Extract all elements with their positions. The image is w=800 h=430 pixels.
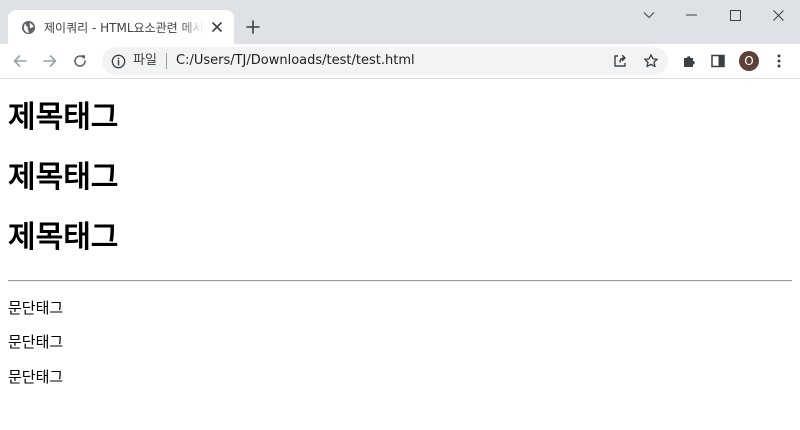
info-icon[interactable] <box>110 53 126 69</box>
paragraph: 문단태그 <box>8 368 64 386</box>
arrow-right-icon[interactable] <box>37 48 63 74</box>
puzzle-icon[interactable] <box>676 48 702 74</box>
kebab-menu-icon[interactable] <box>766 48 792 74</box>
browser-window: 제이쿼리 - HTML요소관련 메서드 파일 C:/Users/TJ/Downl… <box>0 0 800 430</box>
paragraph: 문단태그 <box>8 299 64 317</box>
star-icon[interactable] <box>641 51 661 71</box>
tab-title: 제이쿼리 - HTML요소관련 메서드 <box>44 20 204 35</box>
page-content: 제목태그 제목태그 제목태그 문단태그 문단태그 문단태그 <box>0 79 800 430</box>
page-heading: 제목태그 <box>8 160 119 195</box>
paragraph: 문단태그 <box>8 333 64 351</box>
url-text[interactable]: C:/Users/TJ/Downloads/test/test.html <box>176 52 415 70</box>
side-panel-icon[interactable] <box>705 48 731 74</box>
profile-avatar[interactable]: O <box>739 51 759 71</box>
browser-toolbar: 파일 C:/Users/TJ/Downloads/test/test.html <box>0 44 800 79</box>
arrow-left-icon[interactable] <box>7 48 33 74</box>
share-icon[interactable] <box>610 51 630 71</box>
plus-icon[interactable] <box>242 16 264 38</box>
page-heading: 제목태그 <box>8 220 119 255</box>
site-info-chip[interactable]: 파일 <box>133 52 157 70</box>
address-bar[interactable]: 파일 C:/Users/TJ/Downloads/test/test.html <box>102 47 668 75</box>
browser-tab[interactable]: 제이쿼리 - HTML요소관련 메서드 <box>8 10 234 44</box>
window-close-icon[interactable] <box>756 0 800 30</box>
chevron-down-icon[interactable] <box>627 0 671 30</box>
omnibox-divider <box>166 53 167 69</box>
globe-icon <box>20 19 36 35</box>
minimize-icon[interactable] <box>669 0 713 30</box>
close-icon[interactable] <box>208 18 226 36</box>
page-heading: 제목태그 <box>8 100 119 135</box>
reload-icon[interactable] <box>67 48 93 74</box>
maximize-icon[interactable] <box>713 0 757 30</box>
horizontal-rule <box>8 280 792 282</box>
tab-strip: 제이쿼리 - HTML요소관련 메서드 <box>0 0 800 44</box>
